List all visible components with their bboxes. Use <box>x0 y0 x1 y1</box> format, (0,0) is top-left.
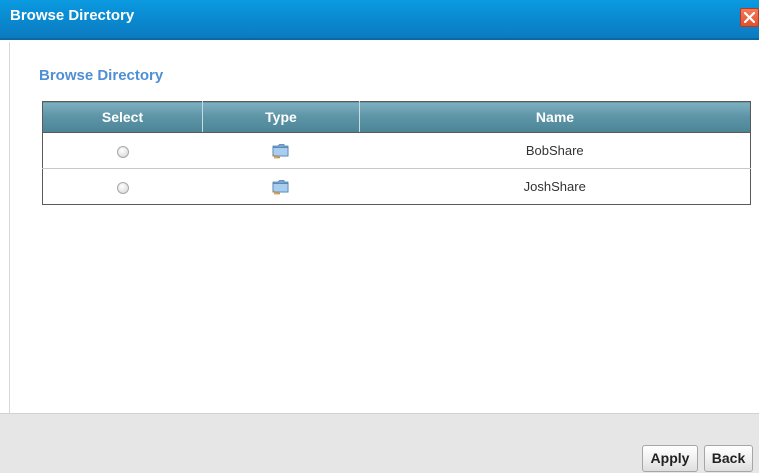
back-button[interactable]: Back <box>704 445 753 472</box>
type-cell <box>203 169 360 205</box>
header-type[interactable]: Type <box>202 101 360 133</box>
select-cell <box>42 132 203 169</box>
type-cell <box>202 132 360 169</box>
dialog-footer: Apply Back <box>0 413 759 473</box>
header-name[interactable]: Name <box>359 101 751 133</box>
dialog-content: Browse Directory Select Type Name BobSha… <box>9 42 759 413</box>
close-button[interactable] <box>740 8 759 27</box>
table-row: JoshShare <box>43 169 751 205</box>
table-row: BobShare <box>42 132 751 169</box>
select-radio[interactable] <box>116 145 129 158</box>
directory-table: Select Type Name BobShare JoshShare <box>42 101 751 205</box>
table-header-row: Select Type Name <box>42 101 751 133</box>
window-title: Browse Directory <box>10 7 135 24</box>
folder-share-icon <box>272 179 289 195</box>
name-cell: JoshShare <box>523 179 586 194</box>
select-radio[interactable] <box>116 181 129 194</box>
section-title: Browse Directory <box>39 67 164 84</box>
header-select[interactable]: Select <box>42 101 203 133</box>
close-icon <box>744 12 755 23</box>
name-cell: BobShare <box>359 132 751 169</box>
browse-directory-dialog: Browse Directory Browse Directory Select… <box>0 0 759 473</box>
folder-share-icon <box>272 143 289 159</box>
titlebar: Browse Directory <box>0 0 759 40</box>
apply-button[interactable]: Apply <box>642 445 698 472</box>
select-cell <box>43 169 203 205</box>
